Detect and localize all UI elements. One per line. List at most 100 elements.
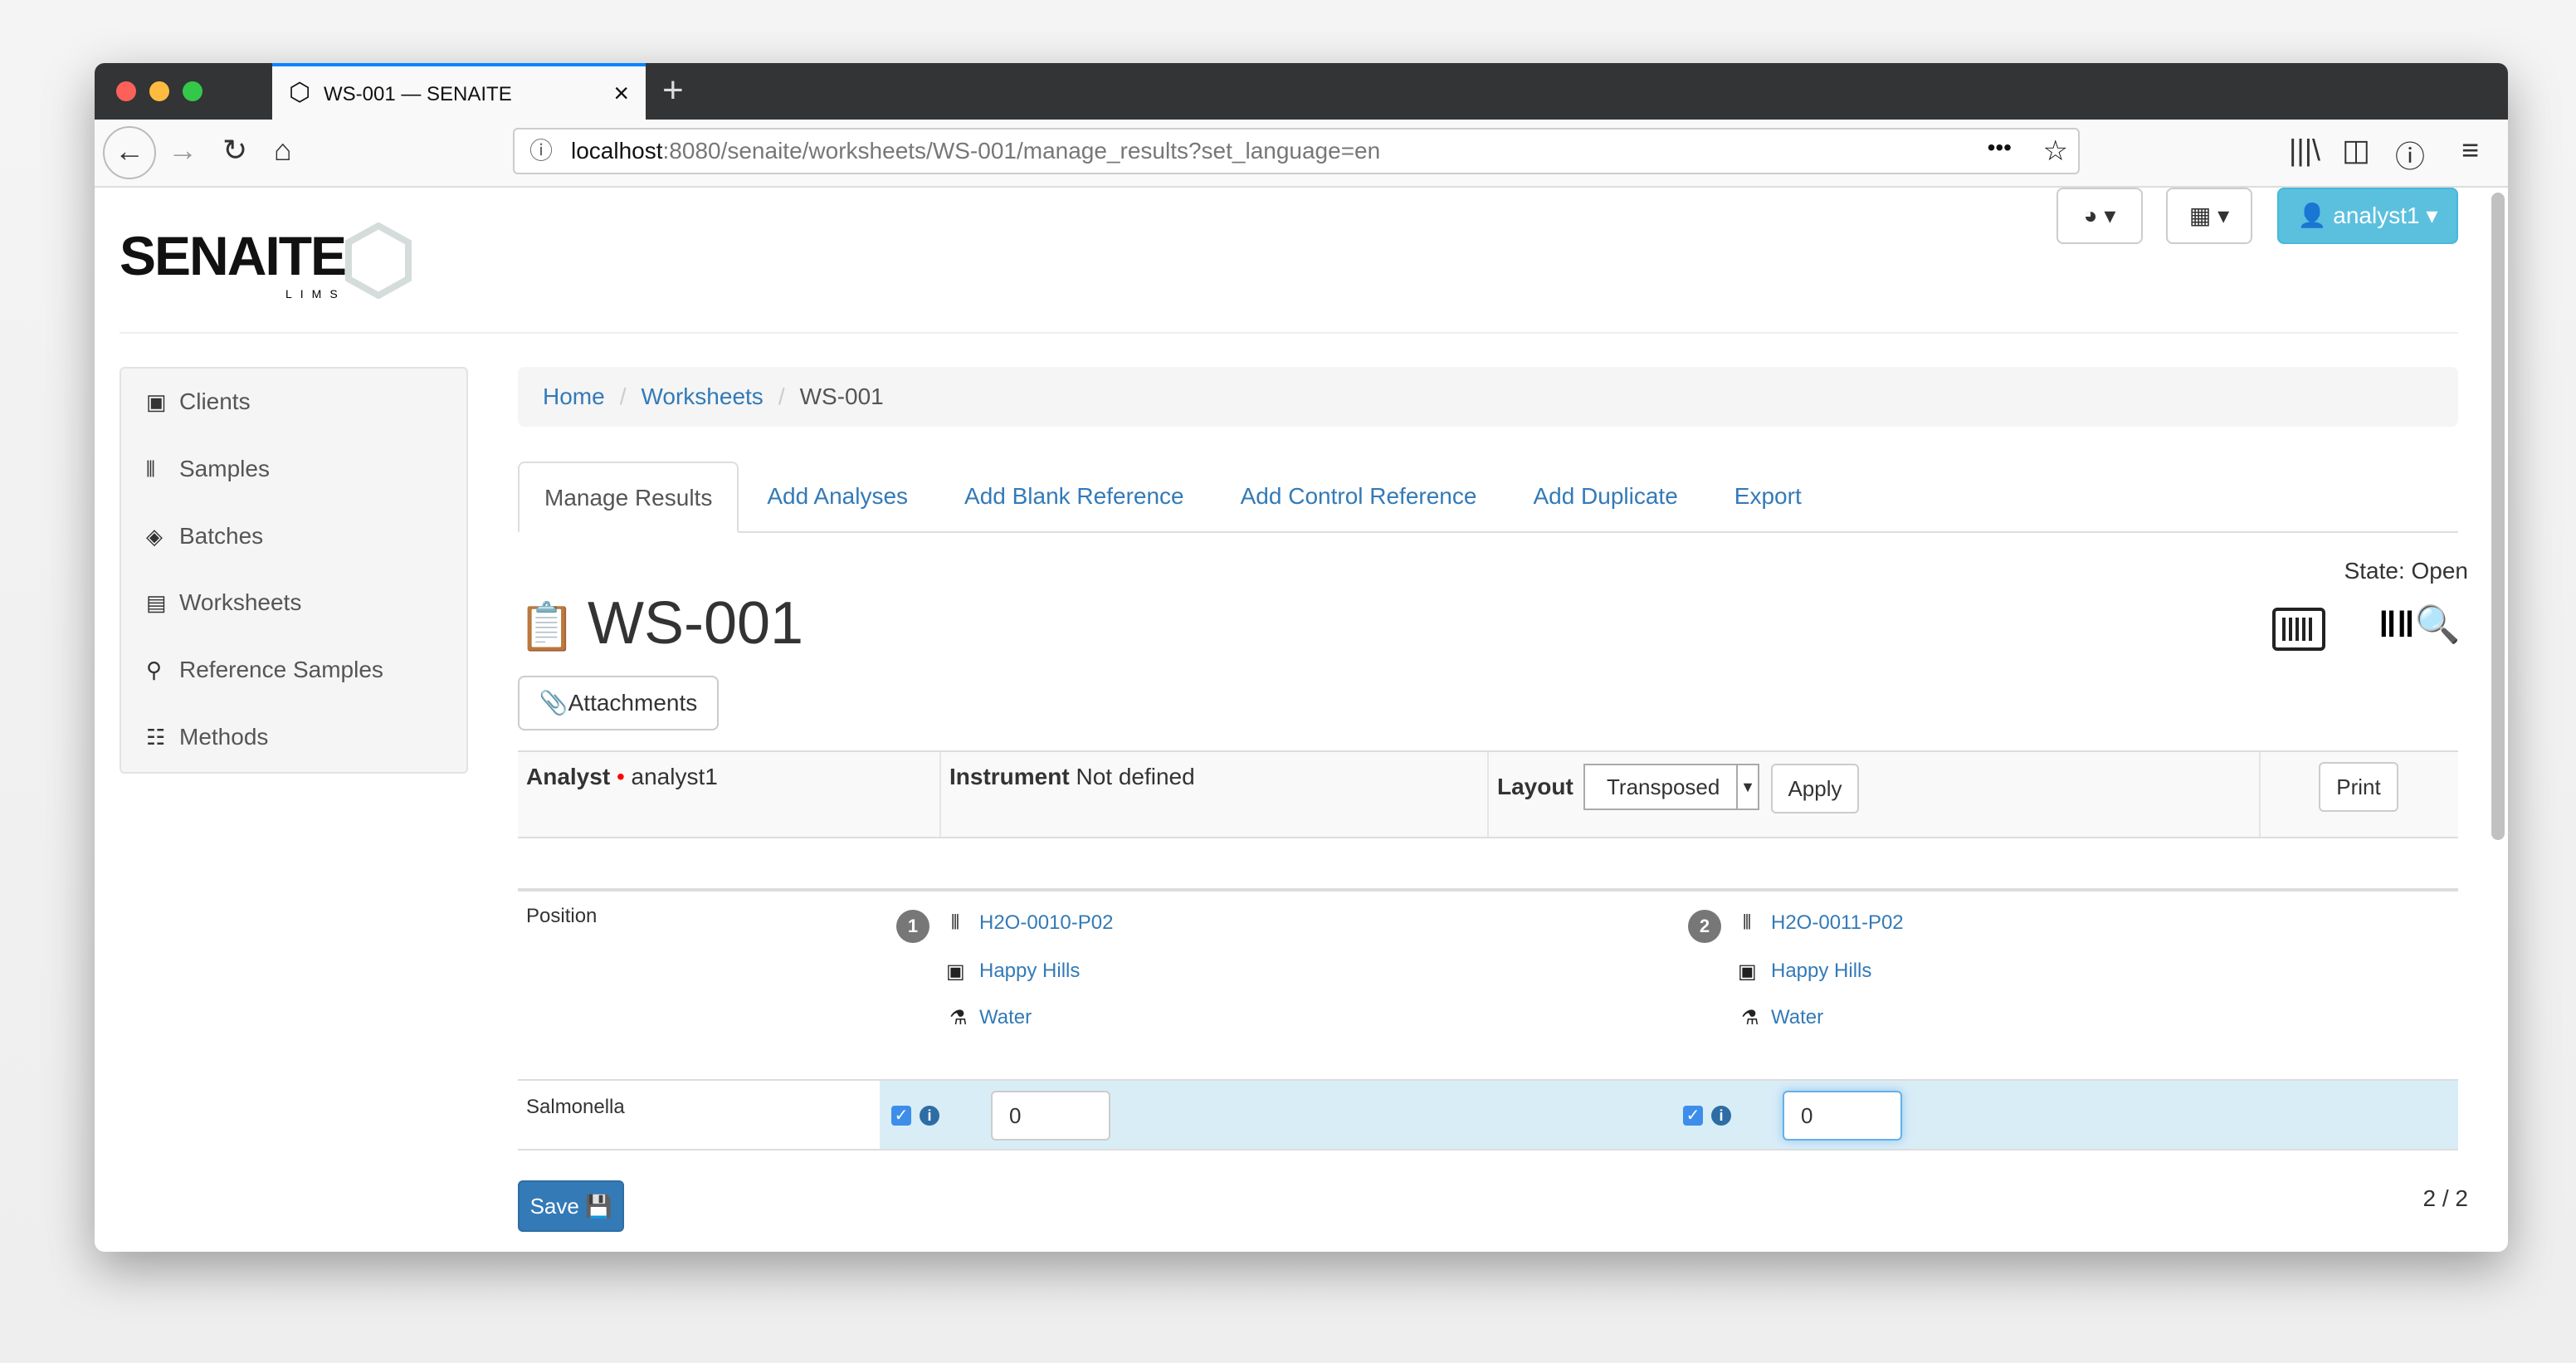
browser-window: ⬡ WS-001 — SENAITE × + ← → ↻ ⌂ ⓘ localho… [95,63,2508,1252]
logo-sub: LIMS [285,287,346,300]
reload-icon[interactable]: ↻ [222,133,247,168]
sample-type-link[interactable]: Water [1771,1006,1823,1029]
tab-add-control-reference[interactable]: Add Control Reference [1212,462,1505,531]
sidebar: ▣ Clients ⫴ Samples ◈ Batches ▤ Worksheets ⚲… [120,367,468,774]
sample-icon: ⫴ [951,911,960,934]
client-link[interactable]: Happy Hills [1771,960,1871,983]
sidebar-item-methods[interactable]: ☷ Methods [121,704,466,771]
user-name: analyst1 [2333,203,2420,228]
state-label: State: Open [2344,558,2468,584]
apply-button[interactable]: Apply [1771,764,1859,813]
library-icon[interactable]: |||\ [2289,133,2320,168]
position-row: Position 1 ⫴ H2O-0010-P02 ▣ Happy Hills … [518,892,2458,1081]
scrollbar[interactable] [2491,193,2505,840]
barcode-icon[interactable] [2272,608,2325,651]
breadcrumb-current: WS-001 [799,383,884,409]
sample-icon: ⫴ [146,456,155,481]
layout-select[interactable]: Transposed ▼ [1583,764,1759,810]
clients-icon: ▣ [146,389,167,414]
result-input[interactable]: 0 [991,1091,1110,1141]
tab-add-blank-reference[interactable]: Add Blank Reference [936,462,1212,531]
sample-icon: ⫴ [1743,911,1752,934]
print-button[interactable]: Print [2319,762,2398,812]
globe-icon: ◕ ▾ [2083,203,2116,228]
layout-value: Transposed [1607,774,1720,799]
position-badge: 1 [896,910,929,943]
grid-icon: ▦ ▾ [2188,203,2230,228]
result-input[interactable]: 0 [1783,1091,1902,1141]
info-icon: ⓘ [529,138,554,164]
sidebar-item-batches[interactable]: ◈ Batches [121,503,466,570]
forward-icon[interactable]: → [168,133,198,168]
url-host: localhost [571,138,663,164]
tab-manage-results[interactable]: Manage Results [518,462,739,533]
client-icon: ▣ [1738,960,1757,983]
sidebar-item-worksheets[interactable]: ▤ Worksheets [121,569,466,637]
result-row-bg [880,1081,2458,1149]
close-tab-icon[interactable]: × [613,78,629,109]
sidebar-item-label: Worksheets [179,589,302,616]
save-button[interactable]: Save 💾 [518,1180,624,1232]
analysis-row: Salmonella ✓ i 0 ✓ i 0 [518,1081,2458,1150]
sample-link[interactable]: H2O-0011-P02 [1771,911,1904,935]
layers-icon: ◈ [146,523,163,549]
minimize-window-button[interactable] [149,81,169,101]
page-title: WS-001 [588,590,804,657]
language-button[interactable]: ◕ ▾ [2056,188,2143,244]
apps-button[interactable]: ▦ ▾ [2166,188,2252,244]
browser-tab[interactable]: ⬡ WS-001 — SENAITE × [272,63,646,120]
tab-title: WS-001 — SENAITE [324,83,512,105]
results-grid: Position 1 ⫴ H2O-0010-P02 ▣ Happy Hills … [518,888,2458,1150]
new-tab-button[interactable]: + [662,70,684,111]
sidebar-item-label: Samples [179,455,270,481]
close-window-button[interactable] [116,81,136,101]
select-checkbox[interactable]: ✓ [891,1106,911,1126]
user-menu-button[interactable]: 👤 analyst1 ▾ [2277,188,2458,244]
title-bar: ⬡ WS-001 — SENAITE × + [95,63,2508,120]
info-icon[interactable]: i [1711,1106,1731,1126]
tab-add-duplicate[interactable]: Add Duplicate [1505,462,1705,531]
star-icon[interactable]: ☆ [2043,129,2068,173]
sidebar-item-label: Reference Samples [179,657,383,683]
instrument-value[interactable]: Not defined [1076,764,1194,789]
tab-add-analyses[interactable]: Add Analyses [739,462,936,531]
maximize-window-button[interactable] [183,81,202,101]
extension-icon[interactable]: ⓘ [2395,133,2425,176]
position-label: Position [526,905,598,927]
home-icon[interactable]: ⌂ [274,133,292,168]
logo[interactable]: SENAITE [120,224,347,287]
save-icon: 💾 [585,1194,612,1219]
nav-bar: ← → ↻ ⌂ ⓘ localhost:8080/senaite/workshe… [95,120,2508,188]
back-icon[interactable]: ← [103,126,156,179]
analyst-value[interactable]: analyst1 [632,764,718,789]
sidebar-icon[interactable]: ◫ [2342,133,2370,168]
sidebar-item-reference-samples[interactable]: ⚲ Reference Samples [121,637,466,704]
info-icon[interactable]: i [920,1106,939,1126]
pagination: 2 / 2 [2422,1185,2468,1211]
menu-icon[interactable]: ≡ [2461,133,2479,168]
save-label: Save [529,1194,579,1219]
reference-icon: ⚲ [146,657,163,683]
sample-link[interactable]: H2O-0010-P02 [979,911,1113,935]
barcode-search-icon[interactable]: ‖‖🔍 [2378,603,2461,646]
worksheet-info: Analyst • analyst1 Instrument Not define… [518,750,2458,838]
hexagon-icon: ⬡ [289,79,311,106]
sidebar-item-label: Clients [179,388,251,414]
page: SENAITE LIMS ◕ ▾ ▦ ▾ 👤 analyst1 ▾ ▣ Clien… [95,188,2488,1252]
sidebar-item-label: Batches [179,522,264,549]
client-link[interactable]: Happy Hills [979,960,1080,983]
flask-icon: ⚗ [1741,1007,1759,1029]
attachments-button[interactable]: 📎Attachments [518,676,719,730]
tab-export[interactable]: Export [1706,462,1830,531]
sample-type-link[interactable]: Water [979,1006,1032,1029]
sidebar-item-samples[interactable]: ⫴ Samples [121,436,466,503]
position-badge: 2 [1688,910,1721,943]
sidebar-item-clients[interactable]: ▣ Clients [121,369,466,436]
more-icon[interactable]: ••• [1988,126,2012,169]
url-bar[interactable]: ⓘ localhost:8080/senaite/worksheets/WS-0… [513,128,2080,174]
select-checkbox[interactable]: ✓ [1683,1106,1703,1126]
analyst-label: Analyst [526,764,611,789]
breadcrumb-home[interactable]: Home [543,383,605,409]
logo-hexagon-icon [345,222,412,299]
breadcrumb-worksheets[interactable]: Worksheets [641,383,763,409]
